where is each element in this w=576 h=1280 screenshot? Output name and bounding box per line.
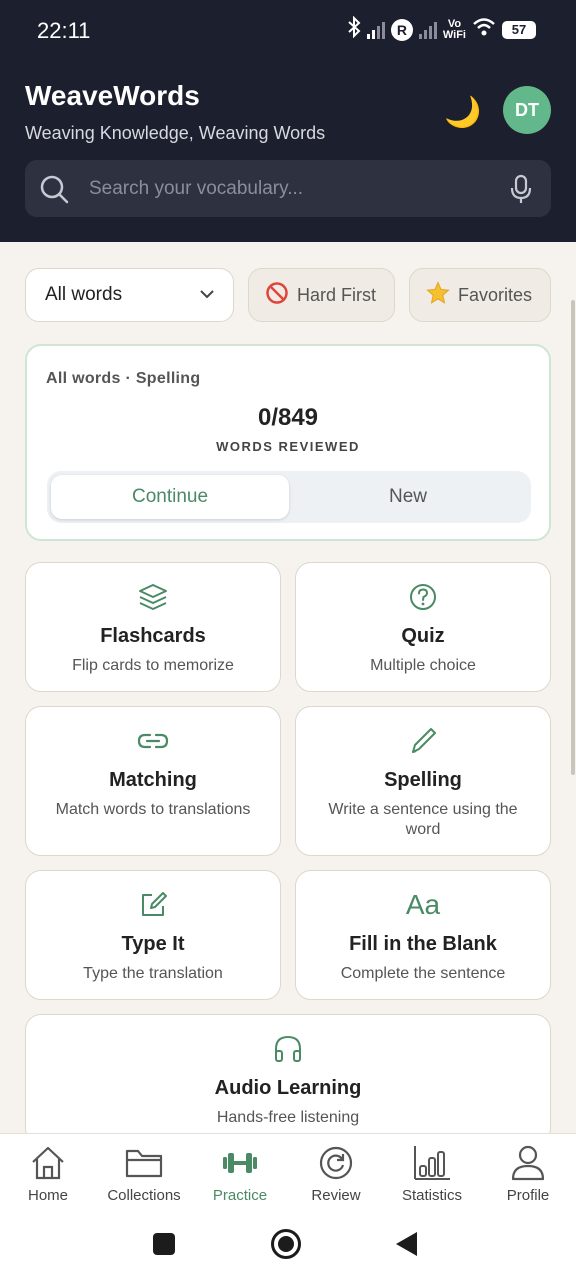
- app-title: WeaveWords: [25, 80, 200, 111]
- word-set-value: All words: [45, 284, 123, 305]
- battery-icon: 57: [502, 20, 536, 39]
- favorites-label: Favorites: [458, 284, 533, 305]
- chevron-down-icon: [199, 286, 215, 308]
- progress-label: All words · Spelling: [46, 370, 201, 387]
- mode-card-spelling[interactable]: Spelling Write a sentence using the word: [295, 706, 551, 856]
- folder-icon: [96, 1144, 192, 1182]
- text-aa-icon: Aa: [296, 889, 550, 921]
- nav-item-practice[interactable]: Practice: [192, 1144, 288, 1204]
- nav-item-review[interactable]: Review: [288, 1144, 384, 1204]
- search-bar[interactable]: [25, 160, 551, 217]
- progress-subtitle: WORDS REVIEWED: [216, 439, 360, 454]
- hard-first-label: Hard First: [297, 284, 377, 305]
- layers-icon: [26, 581, 280, 613]
- bluetooth-icon: [347, 15, 361, 43]
- question-circle-icon: [296, 581, 550, 613]
- roaming-icon: R: [390, 18, 413, 41]
- mode-title: Type It: [121, 933, 185, 955]
- system-navigation: [0, 1211, 576, 1280]
- hard-first-button[interactable]: Hard First: [248, 268, 395, 322]
- app-tagline: Weaving Knowledge, Weaving Words: [25, 123, 326, 143]
- mode-description: Flip cards to memorize: [72, 657, 234, 674]
- mode-title: Matching: [109, 769, 197, 791]
- word-set-dropdown[interactable]: All words: [25, 268, 234, 322]
- pencil-icon: [296, 725, 550, 757]
- app-header: 22:11 R Vo WiFi 57 WeaveWords Weaving Kno…: [0, 0, 576, 242]
- mode-card-type-it[interactable]: Type It Type the translation: [25, 870, 281, 1000]
- mode-title: Fill in the Blank: [349, 933, 497, 955]
- moon-icon[interactable]: 🌙: [444, 95, 481, 130]
- recents-button-icon[interactable]: [153, 1233, 175, 1260]
- mode-card-quiz[interactable]: Quiz Multiple choice: [295, 562, 551, 692]
- progress-card: All words · Spelling 0/849 WORDS REVIEWE…: [25, 344, 551, 541]
- nav-label: Practice: [212, 1187, 268, 1204]
- mode-description: Complete the sentence: [340, 965, 506, 982]
- system-icons: R Vo WiFi 57: [347, 15, 536, 43]
- headphones-icon: [26, 1033, 550, 1065]
- search-icon: [39, 174, 69, 209]
- user-icon: [480, 1144, 576, 1182]
- mode-description: Type the translation: [83, 965, 223, 982]
- refresh-icon: [288, 1144, 384, 1182]
- bar-chart-icon: [384, 1144, 480, 1182]
- home-icon: [0, 1144, 96, 1182]
- dumbbell-icon: [192, 1144, 288, 1182]
- signal-icon: [366, 21, 385, 39]
- link-icon: [26, 725, 280, 757]
- nav-label: Review: [311, 1187, 361, 1204]
- mode-title: Spelling: [384, 769, 462, 791]
- nav-label: Statistics: [401, 1187, 462, 1204]
- mode-card-audio-learning[interactable]: Audio Learning Hands-free listening: [25, 1014, 551, 1144]
- continue-button[interactable]: Continue: [51, 475, 289, 519]
- nav-label: Profile: [506, 1187, 550, 1204]
- status-time: 22:11: [37, 18, 91, 43]
- vowifi-icon: Vo WiFi: [442, 18, 466, 41]
- text-aa-glyph: Aa: [405, 889, 441, 920]
- nav-item-profile[interactable]: Profile: [480, 1144, 576, 1204]
- signal-icon-2: [418, 21, 437, 39]
- favorites-button[interactable]: Favorites: [409, 268, 551, 322]
- avatar[interactable]: DT: [503, 86, 551, 134]
- prohibited-icon: [265, 281, 289, 310]
- mode-description: Match words to translations: [55, 801, 251, 818]
- mode-description: Multiple choice: [370, 657, 476, 674]
- star-icon: [426, 280, 450, 310]
- status-bar: 22:11 R Vo WiFi 57: [0, 0, 576, 60]
- mode-card-matching[interactable]: Matching Match words to translations: [25, 706, 281, 856]
- nav-item-home[interactable]: Home: [0, 1144, 96, 1204]
- mode-card-flashcards[interactable]: Flashcards Flip cards to memorize: [25, 562, 281, 692]
- mode-card-fill-in-the-blank[interactable]: Aa Fill in the Blank Complete the senten…: [295, 870, 551, 1000]
- nav-item-collections[interactable]: Collections: [96, 1144, 192, 1204]
- microphone-icon[interactable]: [509, 174, 533, 209]
- home-button-icon[interactable]: [270, 1228, 302, 1265]
- nav-label: Collections: [107, 1187, 181, 1204]
- scrollbar[interactable]: [571, 300, 575, 775]
- search-input[interactable]: [89, 170, 509, 208]
- mode-title: Flashcards: [100, 625, 206, 647]
- vowifi-line2: WiFi: [442, 28, 466, 41]
- mode-description: Write a sentence using the word: [328, 801, 518, 838]
- edit-square-icon: [26, 889, 280, 921]
- back-button-icon[interactable]: [395, 1231, 419, 1262]
- progress-count: 0/849: [257, 404, 319, 431]
- new-button[interactable]: New: [289, 475, 527, 519]
- mode-description: Hands-free listening: [216, 1109, 360, 1126]
- wifi-icon: [472, 17, 496, 42]
- nav-item-statistics[interactable]: Statistics: [384, 1144, 480, 1204]
- mode-title: Quiz: [401, 625, 445, 647]
- nav-label: Home: [27, 1187, 68, 1204]
- mode-title: Audio Learning: [214, 1077, 362, 1099]
- bottom-nav: Home Collections Practice Review Statist…: [0, 1133, 576, 1280]
- session-toggle: Continue New: [47, 471, 531, 523]
